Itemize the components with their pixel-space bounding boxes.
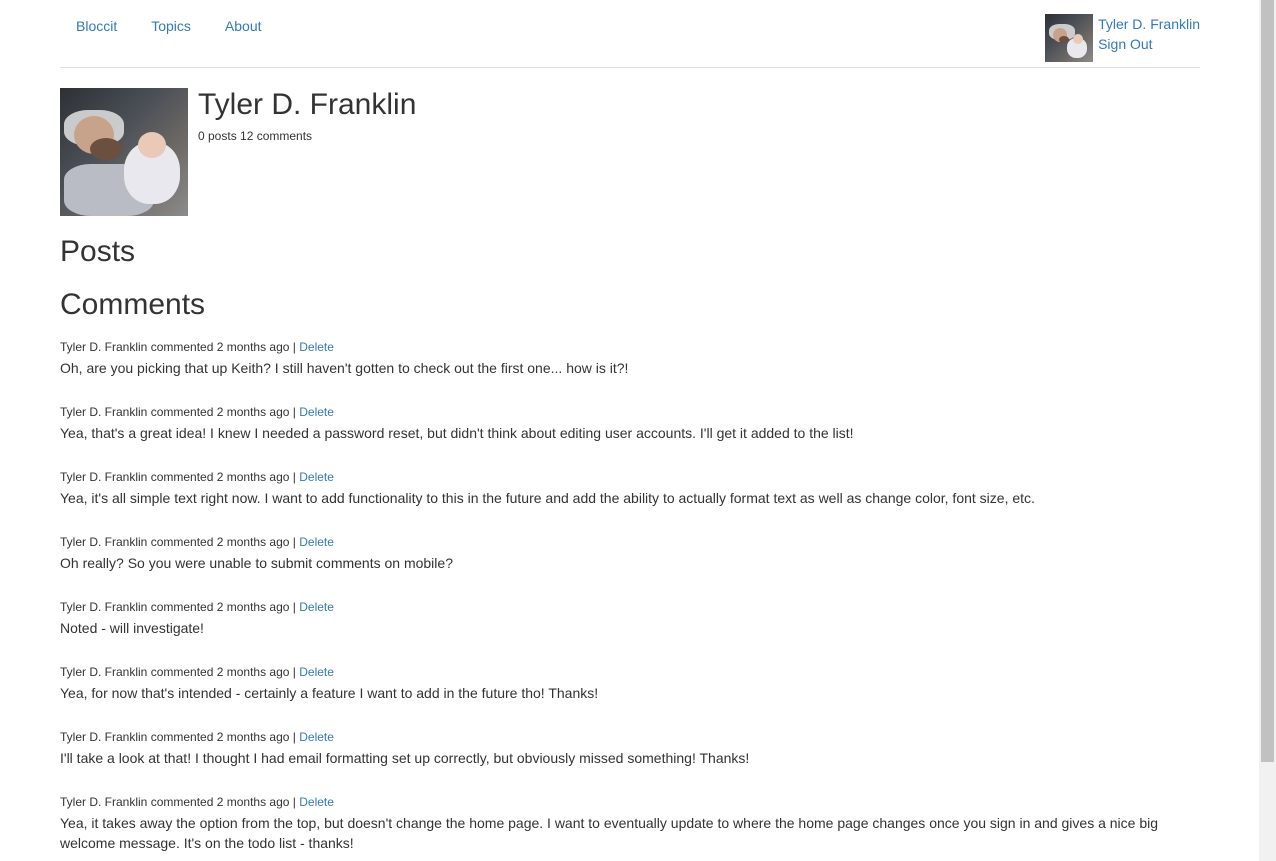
comment-timestamp: commented 2 months ago |	[150, 795, 296, 809]
comment-meta: Tyler D. Franklin commented 2 months ago…	[60, 730, 1180, 745]
comment-meta: Tyler D. Franklin commented 2 months ago…	[60, 470, 1180, 485]
comment-meta: Tyler D. Franklin commented 2 months ago…	[60, 405, 1180, 420]
delete-comment-link[interactable]: Delete	[299, 470, 334, 484]
page-container: Bloccit Topics About Tyler D. Franklin S…	[60, 0, 1200, 861]
comment-meta: Tyler D. Franklin commented 2 months ago…	[60, 795, 1180, 810]
comment-meta: Tyler D. Franklin commented 2 months ago…	[60, 665, 1180, 680]
profile-header: Tyler D. Franklin 0 posts 12 comments	[60, 88, 1200, 216]
delete-comment-link[interactable]: Delete	[299, 795, 334, 809]
posts-heading: Posts	[60, 235, 136, 268]
nav-user-text: Tyler D. Franklin Sign Out	[1098, 14, 1200, 62]
delete-comment-link[interactable]: Delete	[299, 535, 334, 549]
nav-link-topics[interactable]: Topics	[151, 17, 191, 35]
comment-timestamp: commented 2 months ago |	[150, 730, 296, 744]
comment-author: Tyler D. Franklin	[60, 795, 148, 809]
comment-timestamp: commented 2 months ago |	[150, 665, 296, 679]
nav-user-name-link[interactable]: Tyler D. Franklin	[1098, 14, 1200, 34]
delete-comment-link[interactable]: Delete	[299, 405, 334, 419]
comment-body: Yea, it takes away the option from the t…	[60, 815, 1159, 851]
comment-body: Yea, that's a great idea! I knew I neede…	[60, 425, 854, 441]
nav-links: Bloccit Topics About	[76, 17, 296, 35]
comment-item: Tyler D. Franklin commented 2 months ago…	[60, 730, 1180, 768]
comment-item: Tyler D. Franklin commented 2 months ago…	[60, 405, 1180, 443]
comment-author: Tyler D. Franklin	[60, 340, 148, 354]
comment-item: Tyler D. Franklin commented 2 months ago…	[60, 470, 1180, 508]
comment-meta: Tyler D. Franklin commented 2 months ago…	[60, 600, 1180, 615]
comment-item: Tyler D. Franklin commented 2 months ago…	[60, 600, 1180, 638]
comment-author: Tyler D. Franklin	[60, 405, 148, 419]
nav-user-menu: Tyler D. Franklin Sign Out	[1045, 14, 1200, 62]
comment-author: Tyler D. Franklin	[60, 665, 148, 679]
sign-out-link[interactable]: Sign Out	[1098, 34, 1200, 54]
scrollbar-thumb[interactable]	[1261, 0, 1274, 762]
delete-comment-link[interactable]: Delete	[299, 665, 334, 679]
comment-body: Oh, are you picking that up Keith? I sti…	[60, 360, 629, 376]
nav-link-bloccit[interactable]: Bloccit	[76, 17, 117, 35]
comment-item: Tyler D. Franklin commented 2 months ago…	[60, 340, 1180, 378]
comment-timestamp: commented 2 months ago |	[150, 535, 296, 549]
comment-timestamp: commented 2 months ago |	[150, 600, 296, 614]
comment-meta: Tyler D. Franklin commented 2 months ago…	[60, 340, 1180, 355]
comment-body: Yea, it's all simple text right now. I w…	[60, 490, 1035, 506]
nav-link-about[interactable]: About	[225, 17, 262, 35]
delete-comment-link[interactable]: Delete	[299, 730, 334, 744]
comment-item: Tyler D. Franklin commented 2 months ago…	[60, 665, 1180, 703]
profile-avatar	[60, 88, 188, 216]
comment-item: Tyler D. Franklin commented 2 months ago…	[60, 795, 1180, 853]
profile-name: Tyler D. Franklin	[198, 88, 417, 121]
comment-author: Tyler D. Franklin	[60, 730, 148, 744]
profile-stats: 0 posts 12 comments	[198, 129, 313, 143]
delete-comment-link[interactable]: Delete	[299, 340, 334, 354]
comment-body: I'll take a look at that! I thought I ha…	[60, 750, 750, 766]
comment-meta: Tyler D. Franklin commented 2 months ago…	[60, 535, 1180, 550]
comment-author: Tyler D. Franklin	[60, 470, 148, 484]
comments-heading: Comments	[60, 288, 206, 321]
comment-timestamp: commented 2 months ago |	[150, 470, 296, 484]
comment-timestamp: commented 2 months ago |	[150, 405, 296, 419]
nav-avatar[interactable]	[1045, 14, 1094, 62]
comment-body: Yea, for now that's intended - certainly…	[60, 685, 599, 701]
comment-body: Noted - will investigate!	[60, 620, 204, 636]
vertical-scrollbar[interactable]	[1259, 0, 1276, 861]
comment-author: Tyler D. Franklin	[60, 600, 148, 614]
comment-body: Oh really? So you were unable to submit …	[60, 555, 453, 571]
comment-timestamp: commented 2 months ago |	[150, 340, 296, 354]
comment-item: Tyler D. Franklin commented 2 months ago…	[60, 535, 1180, 573]
top-navbar: Bloccit Topics About Tyler D. Franklin S…	[60, 0, 1200, 68]
delete-comment-link[interactable]: Delete	[299, 600, 334, 614]
comment-author: Tyler D. Franklin	[60, 535, 148, 549]
